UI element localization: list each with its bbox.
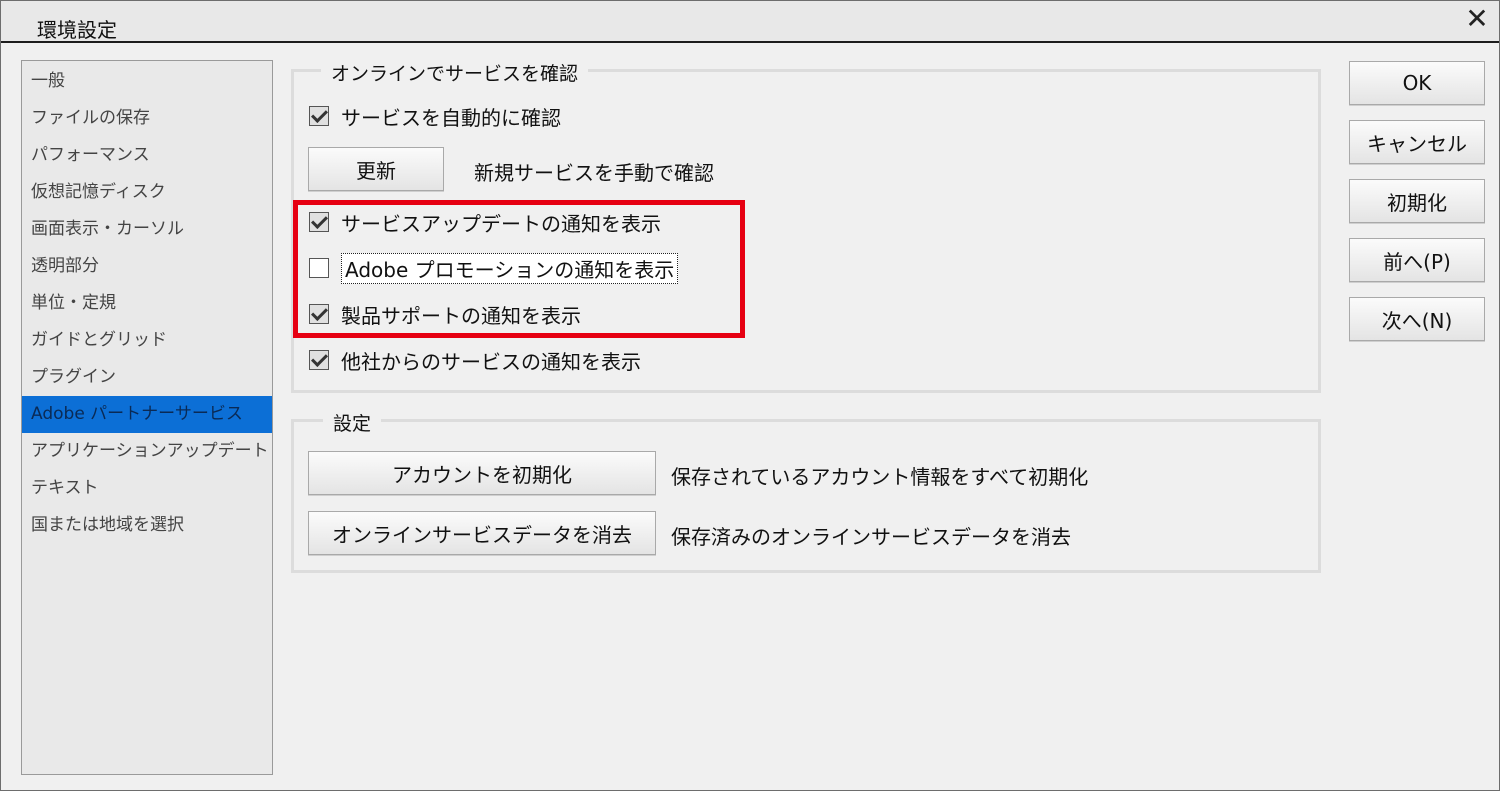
- prev-button[interactable]: 前へ(P): [1349, 238, 1485, 282]
- sidebar-item-plugins[interactable]: プラグイン: [22, 359, 272, 396]
- sidebar-item-text[interactable]: テキスト: [22, 470, 272, 507]
- sidebar-item-scratch-disks[interactable]: 仮想記憶ディスク: [22, 174, 272, 211]
- next-button[interactable]: 次へ(N): [1349, 297, 1485, 341]
- clear-data-description: 保存済みのオンラインサービスデータを消去: [671, 525, 1071, 549]
- sidebar-item-transparency[interactable]: 透明部分: [22, 248, 272, 285]
- settings-legend: 設定: [323, 409, 382, 436]
- ok-button[interactable]: OK: [1349, 61, 1485, 105]
- update-button[interactable]: 更新: [308, 147, 444, 191]
- third-party-notice-checkbox[interactable]: [309, 350, 329, 370]
- sidebar-item-performance[interactable]: パフォーマンス: [22, 137, 272, 174]
- sidebar-item-application-updates[interactable]: アプリケーションアップデート: [22, 433, 272, 470]
- sidebar-item-adobe-partner-services[interactable]: Adobe パートナーサービス: [22, 396, 272, 433]
- window-title: 環境設定: [37, 18, 117, 42]
- sidebar-item-region[interactable]: 国または地域を選択: [22, 507, 272, 544]
- third-party-notice-label: 他社からのサービスの通知を表示: [341, 349, 641, 374]
- sidebar-item-general[interactable]: 一般: [22, 63, 272, 100]
- auto-check-row: サービスを自動的に確認: [309, 102, 561, 130]
- title-bar: 環境設定 ✕: [1, 1, 1499, 43]
- reset-button[interactable]: 初期化: [1349, 179, 1485, 223]
- update-description: 新規サービスを手動で確認: [474, 161, 714, 185]
- auto-check-checkbox[interactable]: [309, 106, 329, 126]
- cancel-button[interactable]: キャンセル: [1349, 120, 1485, 164]
- sidebar: 一般 ファイルの保存 パフォーマンス 仮想記憶ディスク 画面表示・カーソル 透明…: [21, 60, 273, 775]
- reset-account-button[interactable]: アカウントを初期化: [308, 451, 656, 495]
- preferences-dialog: 環境設定 ✕ 一般 ファイルの保存 パフォーマンス 仮想記憶ディスク 画面表示・…: [0, 0, 1500, 791]
- online-services-legend: オンラインでサービスを確認: [321, 59, 589, 86]
- third-party-notice-row: 他社からのサービスの通知を表示: [309, 346, 641, 374]
- annotation-highlight-box: [293, 200, 745, 338]
- sidebar-item-file-handling[interactable]: ファイルの保存: [22, 100, 272, 137]
- sidebar-item-units-rulers[interactable]: 単位・定規: [22, 285, 272, 322]
- sidebar-item-guides-grid[interactable]: ガイドとグリッド: [22, 322, 272, 359]
- auto-check-label: サービスを自動的に確認: [341, 105, 561, 130]
- sidebar-item-display-cursors[interactable]: 画面表示・カーソル: [22, 211, 272, 248]
- close-icon[interactable]: ✕: [1463, 5, 1491, 33]
- clear-data-button[interactable]: オンラインサービスデータを消去: [308, 511, 656, 555]
- reset-account-description: 保存されているアカウント情報をすべて初期化: [671, 465, 1089, 489]
